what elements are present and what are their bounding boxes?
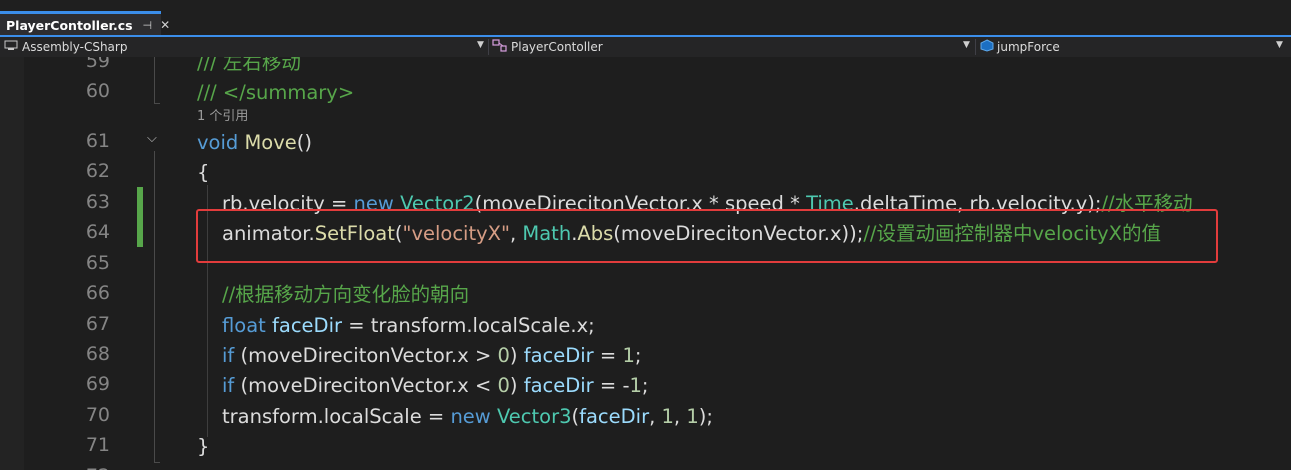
code-token: 1	[622, 344, 635, 367]
code-token: //根据移动方向变化脸的朝向	[222, 283, 470, 306]
project-dropdown[interactable]: Assembly-CSharp	[4, 37, 484, 57]
code-token: /// 左右移动	[197, 57, 301, 74]
tab-playercontoller[interactable]: PlayerContoller.cs ⊣ ✕	[0, 11, 170, 36]
member-dropdown[interactable]: jumpForce	[980, 37, 1280, 57]
line-number: 59	[85, 57, 110, 72]
code-token: {	[197, 161, 210, 184]
field-icon	[980, 39, 994, 55]
code-line[interactable]: {	[197, 157, 209, 188]
line-number: 69	[85, 373, 110, 395]
code-token: )	[509, 374, 524, 397]
code-token: ,	[673, 405, 687, 428]
line-number: 60	[85, 80, 110, 102]
code-line[interactable]: /// </summary>	[197, 77, 354, 108]
close-icon[interactable]: ✕	[160, 18, 170, 32]
chevron-down-icon[interactable]: ▼	[963, 40, 970, 50]
outline-line	[154, 151, 155, 463]
nav-divider	[488, 39, 489, 55]
line-number: 68	[85, 343, 110, 365]
code-line[interactable]: float faceDir = transform.localScale.x;	[222, 310, 595, 341]
line-number: 66	[85, 282, 110, 304]
margin-strip	[0, 57, 24, 470]
line-number: 64	[85, 221, 110, 243]
code-token: float	[222, 314, 266, 337]
code-line[interactable]: if (moveDirecitonVector.x < 0) faceDir =…	[222, 370, 648, 401]
outline-tick	[154, 103, 160, 104]
tab-strip: PlayerContoller.cs ⊣ ✕	[0, 0, 1291, 36]
code-token: =	[593, 344, 623, 367]
code-token: 1	[686, 405, 699, 428]
line-number: 62	[85, 160, 110, 182]
navigation-bar: Assembly-CSharp ▼ PlayerContoller ▼ jump…	[0, 37, 1291, 57]
line-number: 70	[85, 404, 110, 426]
code-token: if	[222, 374, 235, 397]
line-number: 71	[85, 434, 110, 456]
code-editor[interactable]: 5960616263646566676869707172 ⌵ 1 个引用 ///…	[0, 57, 1291, 470]
code-token: Move	[244, 131, 297, 154]
code-token: = -	[593, 374, 630, 397]
code-line[interactable]: void Move()	[197, 127, 312, 158]
code-line[interactable]: }	[197, 431, 209, 462]
chevron-down-icon[interactable]: ▼	[1276, 40, 1283, 50]
line-number: 65	[85, 252, 110, 274]
code-token: /// </summary>	[197, 81, 355, 104]
change-indicator	[137, 187, 143, 247]
line-number: 72	[24, 465, 110, 470]
pin-icon[interactable]: ⊣	[143, 19, 153, 32]
code-token: 0	[497, 374, 510, 397]
code-token: = transform.localScale.x;	[342, 314, 595, 337]
member-name: jumpForce	[997, 40, 1060, 54]
code-line[interactable]: if (moveDirecitonVector.x > 0) faceDir =…	[222, 340, 641, 371]
code-token: (moveDirecitonVector.x <	[234, 374, 498, 397]
class-icon	[492, 39, 508, 55]
outline-tick	[154, 462, 160, 463]
collapse-icon[interactable]: ⌵	[147, 131, 157, 146]
project-icon	[4, 39, 19, 55]
class-dropdown[interactable]: PlayerContoller	[492, 37, 962, 57]
code-token: 0	[497, 344, 510, 367]
code-token: 1	[661, 405, 674, 428]
tab-label: PlayerContoller.cs	[6, 17, 133, 33]
line-number: 67	[85, 313, 110, 335]
highlight-annotation-box	[196, 209, 1218, 263]
code-token: 1	[629, 374, 642, 397]
class-name: PlayerContoller	[511, 40, 603, 54]
chevron-down-icon[interactable]: ▼	[477, 40, 484, 50]
code-token: transform.localScale =	[222, 405, 451, 428]
code-token: faceDir	[272, 314, 342, 337]
code-token: new	[450, 405, 491, 428]
code-token: if	[222, 344, 235, 367]
code-token: )	[509, 344, 524, 367]
code-token: faceDir	[523, 344, 594, 367]
code-line[interactable]: transform.localScale = new Vector3(faceD…	[222, 401, 713, 432]
code-token: ;	[641, 374, 649, 397]
line-number: 63	[85, 191, 110, 213]
code-token: );	[698, 405, 713, 428]
code-token: (	[571, 405, 580, 428]
nav-divider	[975, 39, 976, 55]
code-token: ()	[296, 131, 312, 154]
code-line[interactable]: //根据移动方向变化脸的朝向	[222, 279, 469, 310]
code-token: (moveDirecitonVector.x >	[234, 344, 498, 367]
line-number: 61	[85, 130, 110, 152]
project-name: Assembly-CSharp	[22, 40, 128, 54]
code-token: faceDir	[579, 405, 650, 428]
code-token: Vector3	[496, 405, 572, 428]
code-token: faceDir	[523, 374, 594, 397]
code-token: ,	[649, 405, 662, 428]
code-token: }	[197, 435, 210, 458]
code-token: ;	[634, 344, 642, 367]
outline-line	[154, 57, 155, 103]
code-line[interactable]: /// 左右移动	[197, 57, 301, 78]
code-token: void	[197, 131, 239, 154]
